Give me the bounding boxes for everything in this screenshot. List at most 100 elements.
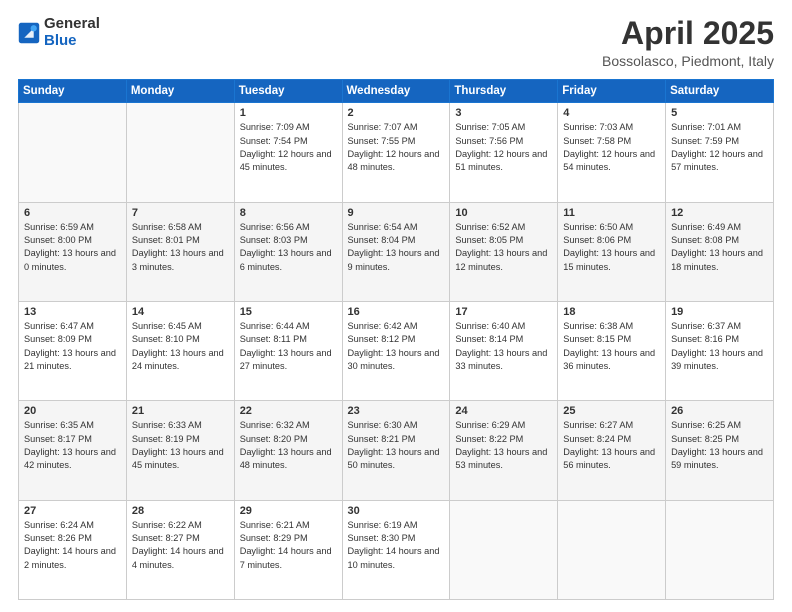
day-info: Sunrise: 6:54 AM Sunset: 8:04 PM Dayligh… xyxy=(348,221,445,274)
day-info: Sunrise: 6:33 AM Sunset: 8:19 PM Dayligh… xyxy=(132,419,229,472)
col-tuesday: Tuesday xyxy=(234,80,342,103)
day-number: 12 xyxy=(671,207,768,219)
table-row: 28 Sunrise: 6:22 AM Sunset: 8:27 PM Dayli… xyxy=(126,500,234,599)
calendar-week-row: 13 Sunrise: 6:47 AM Sunset: 8:09 PM Dayli… xyxy=(19,301,774,400)
col-monday: Monday xyxy=(126,80,234,103)
col-friday: Friday xyxy=(558,80,666,103)
page: General Blue April 2025 Bossolasco, Pied… xyxy=(0,0,792,612)
month-title: April 2025 xyxy=(602,16,774,51)
table-row: 10Sunrise: 6:52 AM Sunset: 8:05 PM Dayli… xyxy=(450,202,558,301)
day-info: Sunrise: 6:44 AM Sunset: 8:11 PM Dayligh… xyxy=(240,320,337,373)
day-info: Sunrise: 6:50 AM Sunset: 8:06 PM Dayligh… xyxy=(563,221,660,274)
header: General Blue April 2025 Bossolasco, Pied… xyxy=(18,16,774,69)
table-row: 4 Sunrise: 7:03 AM Sunset: 7:58 PM Daylig… xyxy=(558,103,666,202)
day-number: 8 xyxy=(240,207,337,219)
table-row: 30 Sunrise: 6:19 AM Sunset: 8:30 PM Dayli… xyxy=(342,500,450,599)
logo-icon xyxy=(18,22,40,44)
table-row: 23Sunrise: 6:30 AM Sunset: 8:21 PM Dayli… xyxy=(342,401,450,500)
table-row: 18Sunrise: 6:38 AM Sunset: 8:15 PM Dayli… xyxy=(558,301,666,400)
day-number: 17 xyxy=(455,306,552,318)
day-info: Sunrise: 6:58 AM Sunset: 8:01 PM Dayligh… xyxy=(132,221,229,274)
logo-text: General Blue xyxy=(44,16,100,49)
day-number: 4 xyxy=(563,107,660,119)
day-number: 10 xyxy=(455,207,552,219)
table-row xyxy=(19,103,127,202)
location: Bossolasco, Piedmont, Italy xyxy=(602,53,774,69)
logo-general: General xyxy=(44,15,100,32)
col-wednesday: Wednesday xyxy=(342,80,450,103)
table-row: 20Sunrise: 6:35 AM Sunset: 8:17 PM Dayli… xyxy=(19,401,127,500)
day-number: 23 xyxy=(348,405,445,417)
calendar-week-row: 20Sunrise: 6:35 AM Sunset: 8:17 PM Dayli… xyxy=(19,401,774,500)
day-number: 26 xyxy=(671,405,768,417)
day-number: 15 xyxy=(240,306,337,318)
day-info: Sunrise: 6:49 AM Sunset: 8:08 PM Dayligh… xyxy=(671,221,768,274)
day-info: Sunrise: 6:40 AM Sunset: 8:14 PM Dayligh… xyxy=(455,320,552,373)
table-row: 7 Sunrise: 6:58 AM Sunset: 8:01 PM Daylig… xyxy=(126,202,234,301)
day-number: 27 xyxy=(24,505,121,517)
day-info: Sunrise: 6:42 AM Sunset: 8:12 PM Dayligh… xyxy=(348,320,445,373)
day-number: 2 xyxy=(348,107,445,119)
calendar-table: Sunday Monday Tuesday Wednesday Thursday… xyxy=(18,79,774,600)
table-row: 26 Sunrise: 6:25 AM Sunset: 8:25 PM Dayli… xyxy=(666,401,774,500)
table-row: 19Sunrise: 6:37 AM Sunset: 8:16 PM Dayli… xyxy=(666,301,774,400)
calendar-week-row: 1Sunrise: 7:09 AM Sunset: 7:54 PM Daylig… xyxy=(19,103,774,202)
day-info: Sunrise: 6:56 AM Sunset: 8:03 PM Dayligh… xyxy=(240,221,337,274)
table-row xyxy=(558,500,666,599)
day-number: 28 xyxy=(132,505,229,517)
day-info: Sunrise: 7:01 AM Sunset: 7:59 PM Dayligh… xyxy=(671,121,768,174)
day-info: Sunrise: 7:05 AM Sunset: 7:56 PM Dayligh… xyxy=(455,121,552,174)
col-saturday: Saturday xyxy=(666,80,774,103)
day-info: Sunrise: 6:35 AM Sunset: 8:17 PM Dayligh… xyxy=(24,419,121,472)
table-row: 14Sunrise: 6:45 AM Sunset: 8:10 PM Dayli… xyxy=(126,301,234,400)
col-thursday: Thursday xyxy=(450,80,558,103)
day-number: 24 xyxy=(455,405,552,417)
table-row: 15 Sunrise: 6:44 AM Sunset: 8:11 PM Dayli… xyxy=(234,301,342,400)
day-number: 3 xyxy=(455,107,552,119)
day-info: Sunrise: 6:21 AM Sunset: 8:29 PM Dayligh… xyxy=(240,519,337,572)
day-number: 5 xyxy=(671,107,768,119)
day-info: Sunrise: 6:47 AM Sunset: 8:09 PM Dayligh… xyxy=(24,320,121,373)
table-row xyxy=(666,500,774,599)
day-number: 30 xyxy=(348,505,445,517)
table-row: 5 Sunrise: 7:01 AM Sunset: 7:59 PM Daylig… xyxy=(666,103,774,202)
table-row xyxy=(450,500,558,599)
calendar-header-row: Sunday Monday Tuesday Wednesday Thursday… xyxy=(19,80,774,103)
table-row: 21 Sunrise: 6:33 AM Sunset: 8:19 PM Dayli… xyxy=(126,401,234,500)
table-row: 24 Sunrise: 6:29 AM Sunset: 8:22 PM Dayli… xyxy=(450,401,558,500)
day-info: Sunrise: 6:25 AM Sunset: 8:25 PM Dayligh… xyxy=(671,419,768,472)
day-number: 6 xyxy=(24,207,121,219)
calendar-week-row: 6 Sunrise: 6:59 AM Sunset: 8:00 PM Daylig… xyxy=(19,202,774,301)
table-row: 13 Sunrise: 6:47 AM Sunset: 8:09 PM Dayli… xyxy=(19,301,127,400)
day-number: 22 xyxy=(240,405,337,417)
logo: General Blue xyxy=(18,16,100,49)
table-row: 25Sunrise: 6:27 AM Sunset: 8:24 PM Dayli… xyxy=(558,401,666,500)
title-block: April 2025 Bossolasco, Piedmont, Italy xyxy=(602,16,774,69)
day-info: Sunrise: 7:07 AM Sunset: 7:55 PM Dayligh… xyxy=(348,121,445,174)
day-info: Sunrise: 6:22 AM Sunset: 8:27 PM Dayligh… xyxy=(132,519,229,572)
day-info: Sunrise: 6:19 AM Sunset: 8:30 PM Dayligh… xyxy=(348,519,445,572)
day-info: Sunrise: 6:32 AM Sunset: 8:20 PM Dayligh… xyxy=(240,419,337,472)
logo-blue: Blue xyxy=(44,32,77,49)
table-row: 16 Sunrise: 6:42 AM Sunset: 8:12 PM Dayli… xyxy=(342,301,450,400)
day-info: Sunrise: 7:03 AM Sunset: 7:58 PM Dayligh… xyxy=(563,121,660,174)
day-number: 16 xyxy=(348,306,445,318)
day-number: 19 xyxy=(671,306,768,318)
table-row: 12 Sunrise: 6:49 AM Sunset: 8:08 PM Dayli… xyxy=(666,202,774,301)
table-row: 1Sunrise: 7:09 AM Sunset: 7:54 PM Daylig… xyxy=(234,103,342,202)
col-sunday: Sunday xyxy=(19,80,127,103)
day-info: Sunrise: 6:38 AM Sunset: 8:15 PM Dayligh… xyxy=(563,320,660,373)
table-row: 17 Sunrise: 6:40 AM Sunset: 8:14 PM Dayli… xyxy=(450,301,558,400)
day-info: Sunrise: 6:24 AM Sunset: 8:26 PM Dayligh… xyxy=(24,519,121,572)
day-number: 13 xyxy=(24,306,121,318)
day-info: Sunrise: 6:29 AM Sunset: 8:22 PM Dayligh… xyxy=(455,419,552,472)
day-number: 9 xyxy=(348,207,445,219)
table-row: 27 Sunrise: 6:24 AM Sunset: 8:26 PM Dayli… xyxy=(19,500,127,599)
day-number: 21 xyxy=(132,405,229,417)
day-number: 29 xyxy=(240,505,337,517)
day-number: 1 xyxy=(240,107,337,119)
day-number: 7 xyxy=(132,207,229,219)
day-info: Sunrise: 6:27 AM Sunset: 8:24 PM Dayligh… xyxy=(563,419,660,472)
day-number: 14 xyxy=(132,306,229,318)
day-info: Sunrise: 6:59 AM Sunset: 8:00 PM Dayligh… xyxy=(24,221,121,274)
